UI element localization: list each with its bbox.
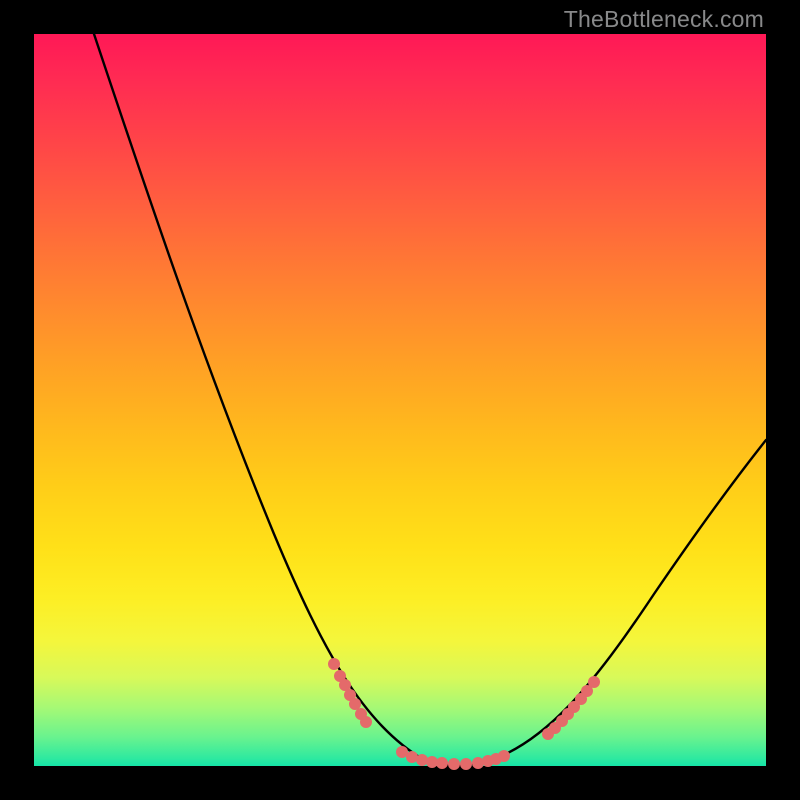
- bottleneck-curve: [94, 34, 766, 766]
- watermark-text: TheBottleneck.com: [564, 6, 764, 33]
- chart-frame: [34, 34, 766, 766]
- bottleneck-curve-svg: [34, 34, 766, 766]
